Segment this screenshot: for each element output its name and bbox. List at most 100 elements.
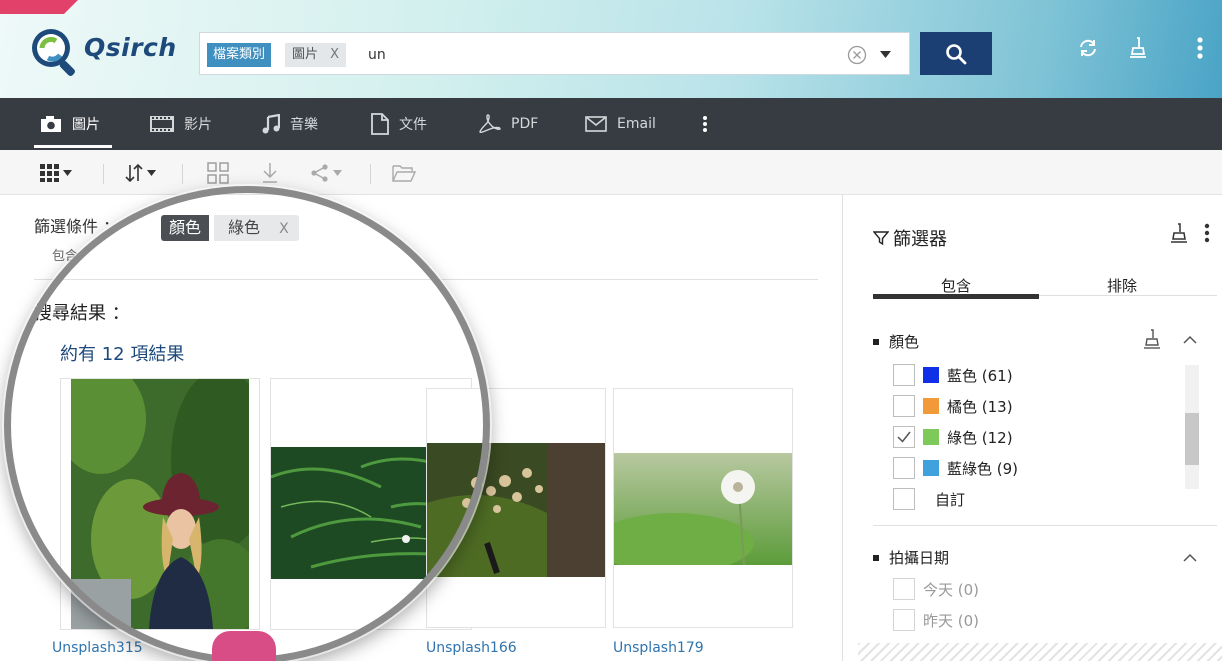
- remove-chip-icon[interactable]: X: [330, 47, 339, 62]
- file-type-value-chip[interactable]: 圖片 X: [285, 43, 347, 67]
- color-option-label: 綠色 (12): [947, 428, 1013, 447]
- search-options-chevron-icon[interactable]: [880, 51, 891, 59]
- open-folder-icon[interactable]: [392, 160, 416, 186]
- color-section-title: 顏色: [889, 333, 920, 351]
- search-input[interactable]: un: [368, 43, 386, 67]
- color-option-orange[interactable]: 橘色 (13): [893, 394, 1013, 418]
- filter-icon: [873, 231, 889, 246]
- film-icon: [150, 116, 174, 132]
- result-thumbnail[interactable]: [613, 388, 793, 628]
- color-swatch: [923, 367, 939, 383]
- chevron-down-icon: [63, 170, 72, 176]
- search-box[interactable]: 檔案類別 圖片 X un: [199, 32, 910, 75]
- filter-sidebar: 篩選器 包含 排除 顏色 藍色 (61) 橘色 (13) 綠色 (12) 藍綠色…: [842, 195, 1222, 661]
- date-section-title: 拍攝日期: [889, 549, 950, 567]
- checkbox[interactable]: [893, 609, 915, 631]
- camera-icon: [41, 116, 61, 132]
- checkbox[interactable]: [893, 488, 915, 510]
- bullet-icon: [873, 338, 879, 345]
- photo-woman-hat: [71, 379, 249, 629]
- chevron-down-icon: [333, 170, 342, 176]
- toolbar-divider: [370, 164, 371, 184]
- filter-chip-value: 綠色: [228, 218, 261, 237]
- app-header: Qsirch 檔案類別 圖片 X un: [0, 0, 1222, 98]
- color-option-blue[interactable]: 藍色 (61): [893, 363, 1013, 387]
- chevron-up-icon[interactable]: [1183, 335, 1197, 344]
- toolbar-divider: [182, 164, 183, 184]
- clear-filters-icon[interactable]: [1170, 223, 1188, 243]
- checkbox[interactable]: [893, 364, 915, 386]
- download-icon[interactable]: [261, 160, 279, 186]
- hatched-decoration: [858, 643, 1222, 661]
- filter-chip-category: 顏色: [161, 215, 210, 241]
- result-thumbnail[interactable]: [426, 388, 606, 628]
- color-option-label: 自訂: [935, 490, 966, 509]
- date-option-yesterday[interactable]: 昨天 (0): [893, 608, 979, 632]
- date-section-header[interactable]: 拍攝日期: [873, 547, 949, 568]
- checkbox-checked[interactable]: [893, 426, 915, 448]
- magnifier-logo-icon: [32, 29, 75, 76]
- chevron-up-icon[interactable]: [1183, 553, 1197, 562]
- corner-accent: [0, 0, 78, 14]
- scrollbar-thumb[interactable]: [1185, 413, 1199, 465]
- toolbar-divider: [103, 164, 104, 184]
- results-count: 約有 12 項結果: [60, 344, 185, 365]
- result-caption[interactable]: Unsplash315: [52, 640, 143, 656]
- logo-text: Qsirch: [84, 33, 177, 62]
- view-mode-button[interactable]: [40, 160, 72, 186]
- photo-mushrooms: [427, 443, 605, 577]
- tab-include[interactable]: 包含: [873, 275, 1039, 296]
- color-swatch: [923, 398, 939, 414]
- grid-view-icon: [40, 164, 59, 182]
- tab-videos-label: 影片: [184, 117, 212, 133]
- share-button[interactable]: [310, 160, 342, 186]
- tab-pdf[interactable]: PDF: [479, 98, 538, 150]
- result-thumbnail[interactable]: [60, 378, 260, 630]
- checkbox[interactable]: [893, 457, 915, 479]
- date-option-label: 今天 (0): [923, 580, 980, 599]
- search-icon: [946, 43, 967, 64]
- tab-images[interactable]: 圖片: [34, 98, 112, 150]
- select-all-icon[interactable]: [207, 160, 229, 186]
- toolbar: [0, 150, 1222, 195]
- color-option-teal[interactable]: 藍綠色 (9): [893, 456, 1018, 480]
- tab-email-label: Email: [617, 116, 656, 132]
- sort-button[interactable]: [124, 160, 156, 186]
- photo-dandelion: [614, 453, 792, 565]
- more-menu-icon[interactable]: [1184, 32, 1216, 64]
- music-note-icon: [262, 114, 280, 134]
- remove-filter-icon[interactable]: X: [279, 221, 289, 237]
- checkbox[interactable]: [893, 395, 915, 417]
- result-caption[interactable]: Unsplash179: [613, 640, 704, 656]
- color-option-label: 藍綠色 (9): [947, 459, 1019, 478]
- color-swatch: [923, 429, 939, 445]
- tab-documents[interactable]: 文件: [371, 98, 427, 150]
- document-icon: [371, 113, 389, 135]
- color-option-green[interactable]: 綠色 (12): [893, 425, 1013, 449]
- search-button[interactable]: [920, 32, 992, 75]
- more-menu-icon[interactable]: [1204, 223, 1210, 243]
- clean-icon[interactable]: [1122, 32, 1154, 64]
- qsirch-logo[interactable]: Qsirch: [26, 24, 186, 80]
- chevron-down-icon: [147, 170, 156, 176]
- tab-images-label: 圖片: [72, 117, 100, 133]
- file-type-chip[interactable]: 檔案類別: [207, 43, 272, 67]
- color-swatch: [923, 460, 939, 476]
- color-section-header[interactable]: 顏色: [873, 331, 919, 352]
- more-categories-icon[interactable]: [702, 98, 708, 150]
- result-caption[interactable]: Unsplash166: [426, 640, 517, 656]
- tab-email[interactable]: Email: [585, 98, 656, 150]
- refresh-icon[interactable]: [1072, 32, 1104, 64]
- checkbox[interactable]: [893, 578, 915, 600]
- clear-color-filter-icon[interactable]: [1143, 329, 1161, 349]
- color-option-custom[interactable]: 自訂: [893, 487, 965, 511]
- date-option-today[interactable]: 今天 (0): [893, 577, 979, 601]
- clear-icon[interactable]: [847, 45, 867, 65]
- filter-chip-green[interactable]: 綠色 X: [214, 215, 299, 241]
- filter-panel-title: 篩選器: [873, 225, 947, 251]
- checkmark-icon: [897, 431, 911, 443]
- tab-exclude[interactable]: 排除: [1039, 275, 1205, 296]
- tab-videos[interactable]: 影片: [150, 98, 212, 150]
- filter-include-label: 包含: [52, 249, 79, 264]
- tab-music[interactable]: 音樂: [262, 98, 318, 150]
